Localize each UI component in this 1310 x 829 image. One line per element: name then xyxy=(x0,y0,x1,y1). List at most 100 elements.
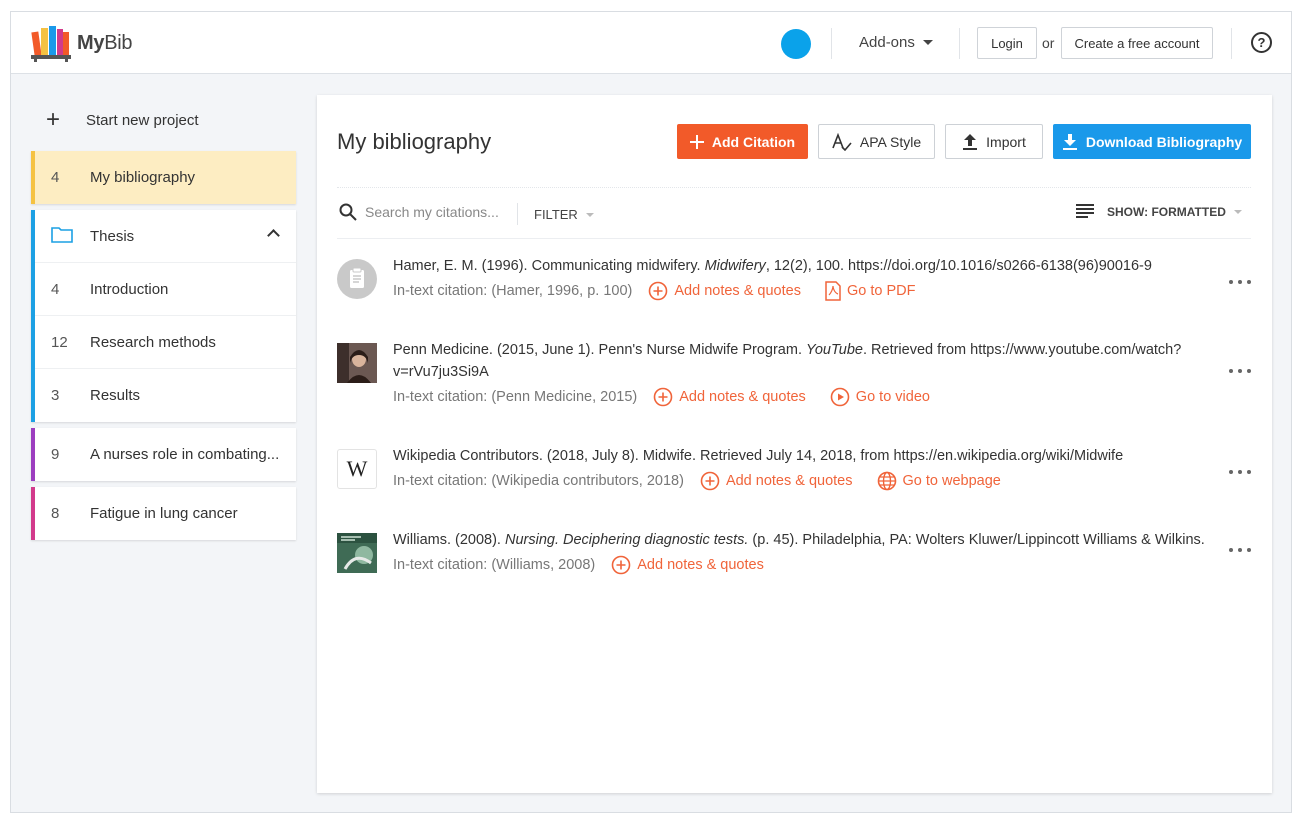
more-options-icon[interactable] xyxy=(1229,277,1251,287)
go-to-label: Go to webpage xyxy=(902,473,1001,489)
or-text: or xyxy=(1042,35,1055,51)
sidebar-item-fatigue[interactable]: 8 Fatigue in lung cancer xyxy=(31,487,296,540)
app-frame: MyBib Add-ons Login or Create a free acc… xyxy=(10,11,1292,813)
book-cover-thumbnail xyxy=(337,533,377,573)
download-icon xyxy=(1062,133,1078,151)
more-options-icon[interactable] xyxy=(1229,366,1251,376)
citation-text: Hamer, E. M. (1996). Communicating midwi… xyxy=(393,258,1152,274)
sidebar-item-my-bibliography[interactable]: 4 My bibliography xyxy=(31,151,296,204)
project-name: Results xyxy=(90,387,141,404)
project-name: Fatigue in lung cancer xyxy=(90,505,238,522)
style-check-icon xyxy=(832,132,852,151)
divider xyxy=(337,187,1251,188)
plus-circle-icon xyxy=(653,387,673,407)
plus-circle-icon xyxy=(700,471,720,491)
go-to-video-link[interactable]: Go to video xyxy=(830,387,930,407)
play-circle-icon xyxy=(830,387,850,407)
add-citation-button[interactable]: Add Citation xyxy=(677,124,808,159)
upload-icon xyxy=(962,133,978,151)
create-account-button[interactable]: Create a free account xyxy=(1061,27,1213,59)
addons-label: Add-ons xyxy=(859,34,915,51)
top-header: MyBib Add-ons Login or Create a free acc… xyxy=(11,12,1291,74)
show-format-dropdown[interactable]: SHOW: FORMATTED xyxy=(1075,203,1242,221)
header-divider xyxy=(831,28,832,59)
folder-icon xyxy=(35,225,90,247)
sidebar-item-research-methods[interactable]: 12 Research methods xyxy=(35,316,296,369)
help-icon[interactable]: ? xyxy=(1251,32,1272,53)
caret-down-icon xyxy=(922,40,933,45)
add-notes-link[interactable]: Add notes & quotes xyxy=(648,281,801,301)
plus-circle-icon xyxy=(611,555,631,575)
start-new-project-label: Start new project xyxy=(86,111,199,129)
logo-text-light: Bib xyxy=(104,31,133,54)
add-notes-label: Add notes & quotes xyxy=(725,473,853,489)
login-button[interactable]: Login xyxy=(977,27,1037,59)
search-input[interactable]: Search my citations... xyxy=(339,203,499,221)
add-notes-link[interactable]: Add notes & quotes xyxy=(700,471,853,491)
clipboard-icon xyxy=(337,259,377,299)
sidebar-folder-thesis: Thesis 4 Introduction 12 Research method… xyxy=(31,210,296,422)
add-notes-label: Add notes & quotes xyxy=(674,283,801,299)
add-citation-label: Add Citation xyxy=(711,133,796,150)
apa-style-button[interactable]: APA Style xyxy=(818,124,935,159)
project-count: 4 xyxy=(51,169,60,186)
go-to-label: Go to PDF xyxy=(846,283,916,299)
project-name: Research methods xyxy=(90,333,216,351)
plus-circle-icon xyxy=(648,281,668,301)
project-count: 4 xyxy=(51,280,60,298)
show-label: SHOW: FORMATTED xyxy=(1107,205,1226,219)
go-to-webpage-link[interactable]: Go to webpage xyxy=(877,471,1001,491)
add-notes-label: Add notes & quotes xyxy=(679,389,806,405)
more-options-icon[interactable] xyxy=(1229,467,1251,477)
add-notes-label: Add notes & quotes xyxy=(637,557,764,573)
add-notes-link[interactable]: Add notes & quotes xyxy=(653,387,806,407)
filter-dropdown[interactable]: FILTER xyxy=(534,207,594,222)
add-notes-link[interactable]: Add notes & quotes xyxy=(611,555,764,575)
logo[interactable]: MyBib xyxy=(31,24,133,62)
project-count: 9 xyxy=(51,446,60,463)
go-to-pdf-link[interactable]: Go to PDF xyxy=(825,281,916,301)
more-options-icon[interactable] xyxy=(1229,545,1251,555)
project-count: 8 xyxy=(51,505,60,522)
import-button[interactable]: Import xyxy=(945,124,1043,159)
sidebar-item-results[interactable]: 3 Results xyxy=(35,369,296,422)
video-thumbnail xyxy=(337,343,377,383)
start-new-project-button[interactable]: + Start new project xyxy=(31,97,296,143)
search-icon xyxy=(339,203,357,221)
folder-name: Thesis xyxy=(90,227,135,245)
addons-dropdown[interactable]: Add-ons xyxy=(859,34,933,51)
books-logo-icon xyxy=(31,26,71,62)
sidebar-item-introduction[interactable]: 4 Introduction xyxy=(35,263,296,316)
in-text-citation: In-text citation: (Penn Medicine, 2015) xyxy=(393,389,638,405)
download-bibliography-button[interactable]: Download Bibliography xyxy=(1053,124,1251,159)
folder-header[interactable]: Thesis xyxy=(35,210,296,263)
filter-label: FILTER xyxy=(534,207,578,222)
citation-text: Penn Medicine. (2015, June 1). Penn's Nu… xyxy=(393,342,1182,380)
globe-icon xyxy=(877,471,897,491)
apa-style-label: APA Style xyxy=(859,133,922,150)
in-text-citation: In-text citation: (Williams, 2008) xyxy=(393,557,596,573)
search-placeholder: Search my citations... xyxy=(365,204,499,220)
user-avatar[interactable] xyxy=(781,29,811,59)
plus-icon: + xyxy=(46,106,61,133)
wikipedia-icon: W xyxy=(337,449,377,489)
sidebar-item-nurses-role[interactable]: 9 A nurses role in combating... xyxy=(31,428,296,481)
logo-text-bold: My xyxy=(77,31,105,54)
plus-icon xyxy=(689,134,704,149)
project-name: Introduction xyxy=(90,280,169,298)
chevron-up-icon[interactable] xyxy=(267,229,280,242)
project-name: My bibliography xyxy=(90,169,196,186)
project-name: A nurses role in combating... xyxy=(90,446,280,463)
caret-down-icon xyxy=(585,212,594,217)
project-count: 12 xyxy=(51,333,68,351)
text-lines-icon xyxy=(1075,203,1095,221)
header-divider xyxy=(959,28,960,59)
page-title: My bibliography xyxy=(337,129,492,154)
in-text-citation: In-text citation: (Hamer, 1996, p. 100) xyxy=(393,283,633,299)
go-to-label: Go to video xyxy=(855,389,930,405)
citation-text: Wikipedia Contributors. (2018, July 8). … xyxy=(393,448,1124,464)
divider xyxy=(337,238,1251,239)
caret-down-icon xyxy=(1233,210,1242,214)
citation-text: Williams. (2008). Nursing. Deciphering d… xyxy=(393,532,1205,548)
import-label: Import xyxy=(986,133,1026,150)
